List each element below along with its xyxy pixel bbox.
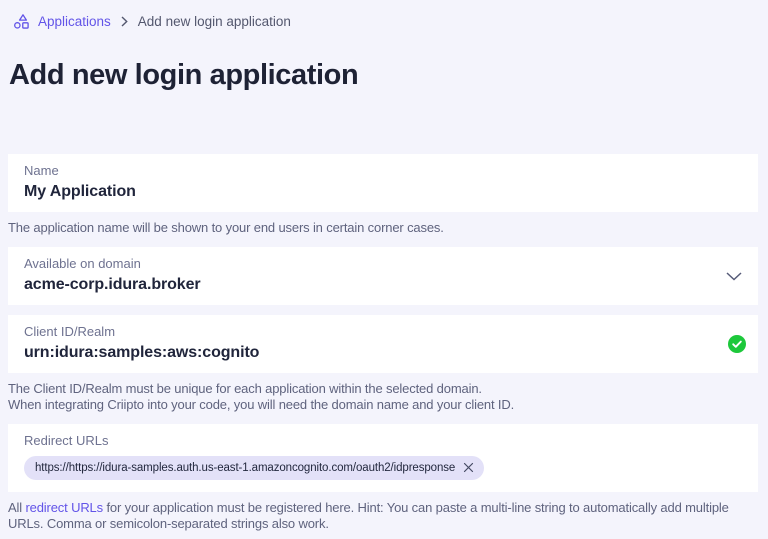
client-id-helper-line1: The Client ID/Realm must be unique for e… [8, 380, 482, 396]
breadcrumb-current: Add new login application [137, 14, 291, 29]
breadcrumb-applications-link[interactable]: Applications [38, 14, 111, 29]
domain-label: Available on domain [24, 255, 141, 271]
name-helper-text: The application name will be shown to yo… [8, 220, 444, 235]
redirect-urls-field-card[interactable]: Redirect URLs https://https://idura-samp… [8, 423, 758, 492]
client-id-field-card[interactable]: Client ID/Realm [8, 314, 758, 373]
client-id-input[interactable] [24, 341, 664, 364]
chevron-right-icon [121, 16, 128, 27]
name-field-card[interactable]: Name [8, 154, 758, 212]
x-icon[interactable] [463, 462, 474, 473]
name-label: Name [24, 163, 59, 178]
breadcrumb: Applications Add new login application [0, 0, 768, 30]
redirect-url-value: https://https://idura-samples.auth.us-ea… [35, 461, 456, 474]
client-id-label: Client ID/Realm [24, 323, 116, 339]
redirect-url-chip: https://https://idura-samples.auth.us-ea… [24, 455, 485, 480]
domain-select[interactable]: Available on domain acme-corp.idura.brok… [8, 246, 758, 305]
page-title: Add new login application [9, 59, 359, 91]
redirect-urls-helper-text: All redirect URLs for your application m… [8, 500, 756, 533]
redirect-url-chip-list: https://https://idura-samples.auth.us-ea… [24, 455, 742, 480]
shapes-icon [13, 13, 30, 30]
check-circle-icon [728, 334, 746, 353]
redirect-urls-label: Redirect URLs [24, 432, 109, 448]
client-id-helper-line2: When integrating Criipto into your code,… [8, 397, 515, 412]
client-id-helper-text: The Client ID/Realm must be unique for e… [8, 381, 756, 414]
redirect-helper-prefix: All [8, 499, 26, 515]
redirect-urls-link[interactable]: redirect URLs [25, 500, 103, 515]
domain-value: acme-corp.idura.broker [24, 275, 201, 293]
redirect-helper-suffix: for your application must be registered … [8, 499, 729, 532]
name-input[interactable] [24, 181, 664, 203]
chevron-down-icon[interactable] [726, 271, 742, 281]
